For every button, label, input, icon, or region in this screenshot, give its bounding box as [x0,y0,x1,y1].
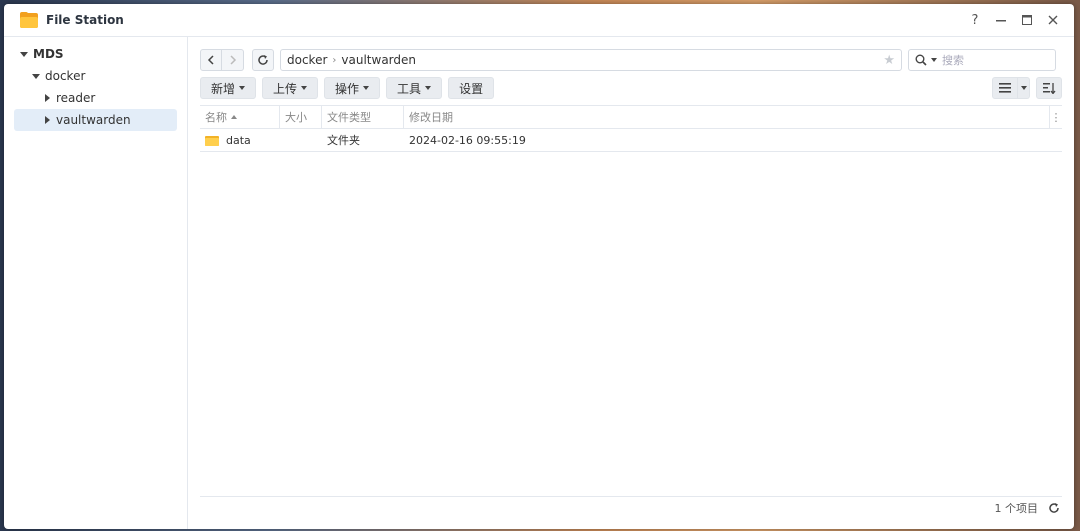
column-menu-icon[interactable]: ⋮ [1049,106,1062,128]
chevron-down-icon [363,86,370,90]
file-table: 名称 大小 文件类型 修改日期 ⋮ data 文件夹 2024-02-16 09… [200,105,1062,152]
close-icon [1048,15,1058,25]
file-station-icon [20,12,38,28]
search-options-icon[interactable] [931,58,937,62]
file-station-window: File Station ? MDS docker reader vaultwa… [4,4,1074,529]
item-count: 1 个项目 [994,502,1039,515]
upload-button[interactable]: 上传 [262,77,319,99]
action-button[interactable]: 操作 [324,77,381,99]
maximize-button[interactable] [1016,9,1038,31]
settings-button[interactable]: 设置 [448,77,495,99]
cell-type: 文件夹 [327,134,360,147]
star-icon[interactable]: ★ [883,53,895,68]
refresh-button[interactable] [252,49,274,71]
search-icon [915,54,927,66]
chevron-down-icon [1020,86,1027,90]
column-header-modified[interactable]: 修改日期 [404,106,1049,128]
minimize-icon [996,20,1006,22]
list-view-icon [999,83,1011,93]
title-bar: File Station ? [4,4,1074,37]
chevron-down-icon [301,86,308,90]
search-placeholder: 搜索 [942,54,964,67]
maximize-icon [1022,15,1032,25]
status-bar: 1 个项目 [200,496,1062,519]
column-label: 大小 [285,111,307,124]
list-view-button[interactable] [992,77,1018,99]
minimize-button[interactable] [990,9,1012,31]
cell-name: data [200,134,280,147]
column-header-size[interactable]: 大小 [280,106,322,128]
expand-icon [20,51,28,57]
refresh-icon [1049,503,1059,513]
sort-button[interactable] [1036,77,1062,99]
path-segment[interactable]: docker [287,53,327,67]
table-header: 名称 大小 文件类型 修改日期 ⋮ [200,106,1062,129]
back-button[interactable] [200,49,222,71]
path-separator: › [332,54,337,66]
tree-item-vaultwarden[interactable]: vaultwarden [14,109,177,131]
help-button[interactable]: ? [964,9,986,31]
back-icon [207,55,214,65]
tree-item-root[interactable]: MDS [14,43,177,65]
footer-refresh-button[interactable] [1046,500,1062,516]
forward-icon [229,55,236,65]
settings-label: 设置 [459,81,484,96]
create-button[interactable]: 新增 [200,77,257,99]
close-button[interactable] [1042,9,1064,31]
tree-item-label: reader [56,91,96,105]
tree-item-docker[interactable]: docker [14,65,177,87]
window-title: File Station [46,13,124,27]
tree-item-label: docker [45,69,86,83]
upload-label: 上传 [273,81,298,96]
column-label: 文件类型 [327,111,371,124]
tree-item-label: MDS [33,47,64,61]
column-label: 修改日期 [409,111,453,124]
folder-tree: MDS docker reader vaultwarden [4,37,188,529]
column-header-type[interactable]: 文件类型 [322,106,404,128]
folder-icon [205,135,219,146]
collapse-icon [45,94,50,102]
table-row[interactable]: data 文件夹 2024-02-16 09:55:19 [200,129,1062,152]
refresh-icon [258,55,268,65]
cell-modified: 2024-02-16 09:55:19 [409,133,526,147]
file-name: data [226,133,251,147]
expand-icon [32,73,40,79]
tools-label: 工具 [397,81,422,96]
tree-item-reader[interactable]: reader [14,87,177,109]
chevron-down-icon [425,86,432,90]
view-options-button[interactable] [1018,77,1030,99]
forward-button[interactable] [222,49,244,71]
column-header-name[interactable]: 名称 [200,106,280,128]
collapse-icon [45,116,50,124]
path-bar[interactable]: docker › vaultwarden ★ [280,49,902,71]
chevron-down-icon [239,86,246,90]
sort-ascending-icon [231,115,237,119]
tree-item-label: vaultwarden [56,113,131,127]
main-panel: docker › vaultwarden ★ 搜索 新增 上传 操作 工具 设置 [188,37,1074,529]
column-label: 名称 [205,111,227,124]
action-label: 操作 [335,81,360,96]
path-segment[interactable]: vaultwarden [341,53,416,67]
create-label: 新增 [211,81,236,96]
tools-button[interactable]: 工具 [386,77,443,99]
sort-icon [1042,82,1056,94]
search-field[interactable]: 搜索 [908,49,1056,71]
